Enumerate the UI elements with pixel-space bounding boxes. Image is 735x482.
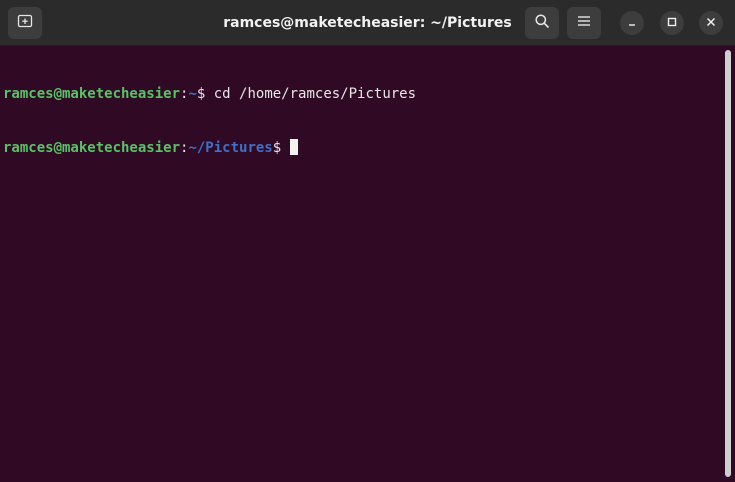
scrollbar[interactable] <box>725 50 731 477</box>
prompt-symbol: $ <box>196 86 214 102</box>
command-text: cd /home/ramces/Pictures <box>213 86 417 102</box>
close-button[interactable] <box>699 11 723 35</box>
headerbar: ramces@maketecheasier: ~/Pictures <box>0 0 735 46</box>
terminal-output[interactable]: ramces@maketecheasier:~$ cd /home/ramces… <box>0 46 722 482</box>
search-icon <box>534 13 550 34</box>
window-title: ramces@maketecheasier: ~/Pictures <box>223 15 512 31</box>
new-tab-icon <box>17 13 33 34</box>
terminal-window: ramces@maketecheasier: ~/Pictures ramces… <box>0 0 735 482</box>
menu-button[interactable] <box>567 7 601 39</box>
close-icon <box>706 14 716 32</box>
prompt-user-host: ramces@maketecheasier <box>3 140 181 156</box>
maximize-button[interactable] <box>660 11 684 35</box>
minimize-button[interactable] <box>620 11 644 35</box>
prompt-path: ~ <box>188 86 197 102</box>
terminal-line: ramces@maketecheasier:~$ cd /home/ramces… <box>3 85 722 103</box>
prompt-symbol: $ <box>272 140 290 156</box>
text-cursor <box>289 139 298 155</box>
hamburger-menu-icon <box>577 14 591 32</box>
search-button[interactable] <box>525 7 559 39</box>
prompt-path: ~/Pictures <box>188 140 273 156</box>
maximize-icon <box>667 14 677 32</box>
new-tab-button[interactable] <box>8 7 42 39</box>
terminal-line: ramces@maketecheasier:~/Pictures$ <box>3 139 722 157</box>
prompt-user-host: ramces@maketecheasier <box>3 86 181 102</box>
minimize-icon <box>627 14 637 32</box>
